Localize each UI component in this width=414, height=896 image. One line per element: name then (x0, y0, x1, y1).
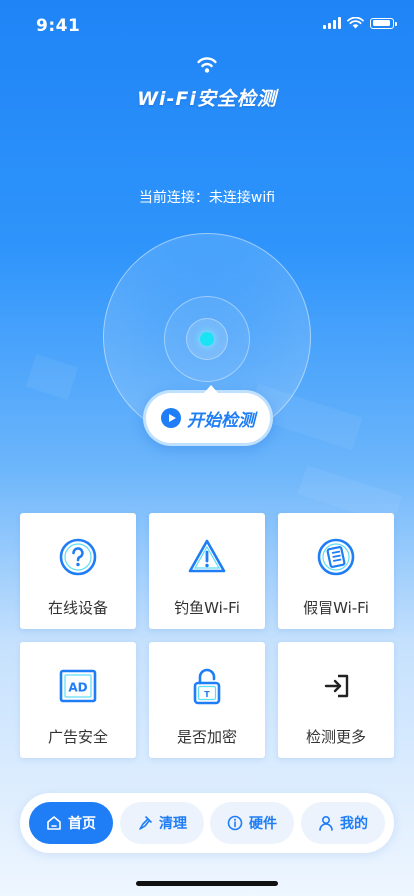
header: Wi-Fi安全检测 (0, 54, 414, 111)
start-scan-button[interactable]: 开始检测 (143, 385, 273, 446)
tab-label: 清理 (159, 816, 187, 832)
tab-home[interactable]: 首页 (29, 802, 113, 844)
svg-text:T: T (204, 690, 210, 699)
enter-arrow-icon (316, 666, 356, 706)
radar-center-dot (200, 332, 214, 346)
feature-label: 钓鱼Wi-Fi (174, 599, 240, 617)
tab-hardware[interactable]: 硬件 (210, 802, 294, 844)
svg-text:AD: AD (68, 681, 87, 695)
start-scan-label: 开始检测 (187, 410, 255, 431)
user-icon (319, 815, 333, 831)
feature-label: 假冒Wi-Fi (303, 599, 369, 617)
ad-box-icon: AD (58, 666, 98, 706)
feature-online-devices[interactable]: 在线设备 (20, 513, 136, 629)
status-icons (323, 17, 397, 29)
connection-status: 当前连接：未连接wifi (138, 190, 276, 206)
play-icon (161, 408, 181, 428)
wifi-status-icon (347, 17, 364, 29)
feature-phishing-wifi[interactable]: 钓鱼Wi-Fi (149, 513, 265, 629)
background-decoration (25, 354, 79, 400)
status-bar: 9:41 (0, 0, 414, 50)
status-time: 9:41 (36, 16, 81, 36)
page-title: Wi-Fi安全检测 (137, 88, 277, 110)
info-icon (227, 815, 243, 831)
tab-label: 我的 (340, 816, 368, 832)
battery-icon (370, 17, 397, 29)
wifi-logo-icon (197, 57, 217, 73)
home-icon (47, 816, 61, 830)
document-circle-icon (316, 537, 356, 577)
tab-clean[interactable]: 清理 (120, 802, 204, 844)
question-circle-icon (58, 537, 98, 577)
feature-label: 是否加密 (176, 728, 237, 746)
feature-ad-security[interactable]: AD 广告安全 (20, 642, 136, 758)
feature-label: 广告安全 (47, 728, 108, 746)
bottom-tab-bar: 首页 清理 硬件 我的 (20, 793, 394, 853)
feature-more-checks[interactable]: 检测更多 (278, 642, 394, 758)
tab-label: 硬件 (249, 816, 277, 832)
unlock-icon: T (187, 666, 227, 706)
signal-icon (323, 17, 341, 29)
tab-label: 首页 (68, 816, 96, 832)
brush-icon (139, 816, 152, 830)
tab-mine[interactable]: 我的 (301, 802, 385, 844)
home-indicator (136, 881, 278, 886)
warning-triangle-icon (187, 537, 227, 577)
feature-fake-wifi[interactable]: 假冒Wi-Fi (278, 513, 394, 629)
feature-label: 在线设备 (47, 599, 108, 617)
feature-label: 检测更多 (305, 728, 366, 746)
feature-encryption-check[interactable]: T 是否加密 (149, 642, 265, 758)
